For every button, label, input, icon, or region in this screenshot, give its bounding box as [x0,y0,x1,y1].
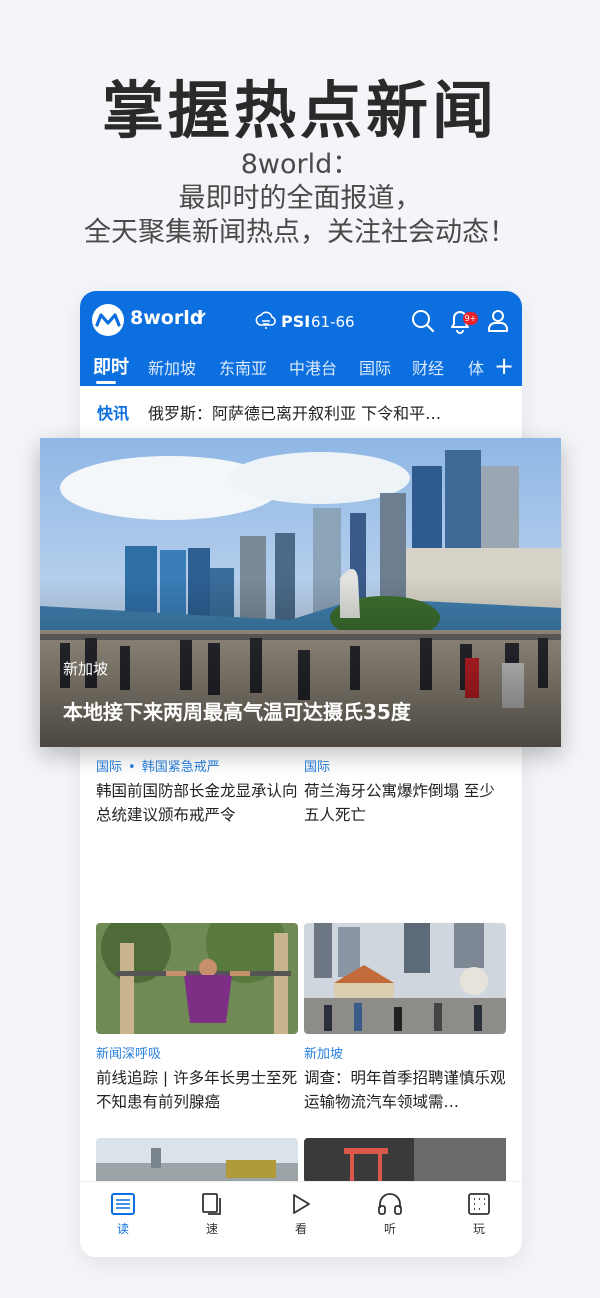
article-card[interactable]: 国际 荷兰海牙公寓爆炸倒塌 至少五人死亡 [304,636,506,827]
flash-news-text[interactable]: 俄罗斯：阿萨德已离开叙利亚 下令和平… [148,400,441,424]
article-headline[interactable]: 荷兰海牙公寓爆炸倒塌 至少五人死亡 [304,779,506,827]
nav-label: 玩 [472,1222,485,1236]
user-icon[interactable] [486,308,510,334]
article-card[interactable]: 国际 • 韩国紧急戒严 韩国前国防部长金龙显承认向总统建议颁布戒严令 [96,636,298,827]
article-thumbnail[interactable] [304,923,506,1034]
tab-china-hk-taiwan[interactable]: 中港台 [289,355,337,379]
featured-article-title[interactable]: 本地接下来两周最高气温可达摄氏35度 [63,696,411,725]
flash-news-tag: 快讯 [97,404,130,423]
article-thumbnail-partial[interactable] [96,1138,298,1183]
tab-finance[interactable]: 财经 [412,355,444,379]
tab-instant[interactable]: 即时 [93,353,129,379]
search-icon[interactable] [410,308,436,334]
nav-quick[interactable]: 速 [187,1192,237,1237]
psi-value: 61-66 [311,313,355,331]
nav-label: 读 [116,1222,129,1236]
article-headline[interactable]: 前线追踪 | 许多年长男士至死不知患有前列腺癌 [96,1066,298,1114]
chevron-down-icon[interactable] [193,311,207,321]
article-category-row: 国际 • 韩国紧急戒严 [96,760,220,775]
flash-news-bar[interactable]: 快讯 俄罗斯：阿萨德已离开叙利亚 下令和平… [80,386,522,438]
category-tabs: 即时 新加坡 东南亚 中港台 国际 财经 体 + [80,351,522,386]
nav-label: 看 [294,1222,307,1236]
featured-article-category[interactable]: 新加坡 [63,658,108,679]
article-category[interactable]: 国际 [304,756,506,775]
nav-label: 速 [205,1222,218,1236]
tab-singapore[interactable]: 新加坡 [148,355,196,379]
notification-badge: 9+ [463,312,478,325]
read-icon [111,1193,135,1215]
nav-listen[interactable]: 听 [365,1192,415,1237]
article-card[interactable]: 新闻深呼吸 前线追踪 | 许多年长男士至死不知患有前列腺癌 [96,923,298,1114]
tab-international[interactable]: 国际 [359,355,391,379]
article-subcategory[interactable]: 韩国紧急戒严 [142,760,220,775]
article-category[interactable]: 新加坡 [304,1043,506,1062]
article-thumbnail[interactable] [96,923,298,1034]
add-tab-icon[interactable]: + [486,351,522,386]
haze-cloud-icon[interactable] [254,309,278,333]
app-header: 8world PSI 61-66 9+ 即时 新加坡 东南亚 中港台 国际 财经… [80,291,522,386]
article-card[interactable]: 新加坡 调查：明年首季招聘谨慎乐观 运输物流汽车领域需… [304,923,506,1114]
article-headline[interactable]: 调查：明年首季招聘谨慎乐观 运输物流汽车领域需… [304,1066,506,1114]
quick-icon [202,1193,221,1215]
play-icon [293,1194,310,1214]
article-category[interactable]: 国际 [96,760,122,775]
tab-southeast-asia[interactable]: 东南亚 [219,355,267,379]
app-screen: 8world PSI 61-66 9+ 即时 新加坡 东南亚 中港台 国际 财经… [80,291,522,1257]
nav-read[interactable]: 读 [98,1192,148,1237]
featured-article-card[interactable]: 新加坡 本地接下来两周最高气温可达摄氏35度 [40,438,561,747]
8world-logo-icon[interactable] [92,304,124,336]
article-category[interactable]: 新闻深呼吸 [96,1043,298,1062]
nav-play[interactable]: 玩 [454,1192,504,1237]
hero-title: 掌握热点新闻 [101,74,498,147]
article-headline[interactable]: 韩国前国防部长金龙显承认向总统建议颁布戒严令 [96,779,298,827]
tab-sports[interactable]: 体 [468,355,484,379]
psi-label: PSI [281,312,311,331]
article-thumbnail-partial[interactable] [304,1138,506,1183]
bottom-navigation: 读 速 看 听 玩 [80,1181,522,1257]
hero-tagline-3: 全天聚集新闻热点，关注社会动态！ [84,217,516,248]
headphones-icon [378,1193,402,1215]
active-tab-indicator [96,381,116,384]
nav-label: 听 [383,1222,396,1236]
games-icon [468,1193,490,1215]
nav-watch[interactable]: 看 [276,1192,326,1237]
